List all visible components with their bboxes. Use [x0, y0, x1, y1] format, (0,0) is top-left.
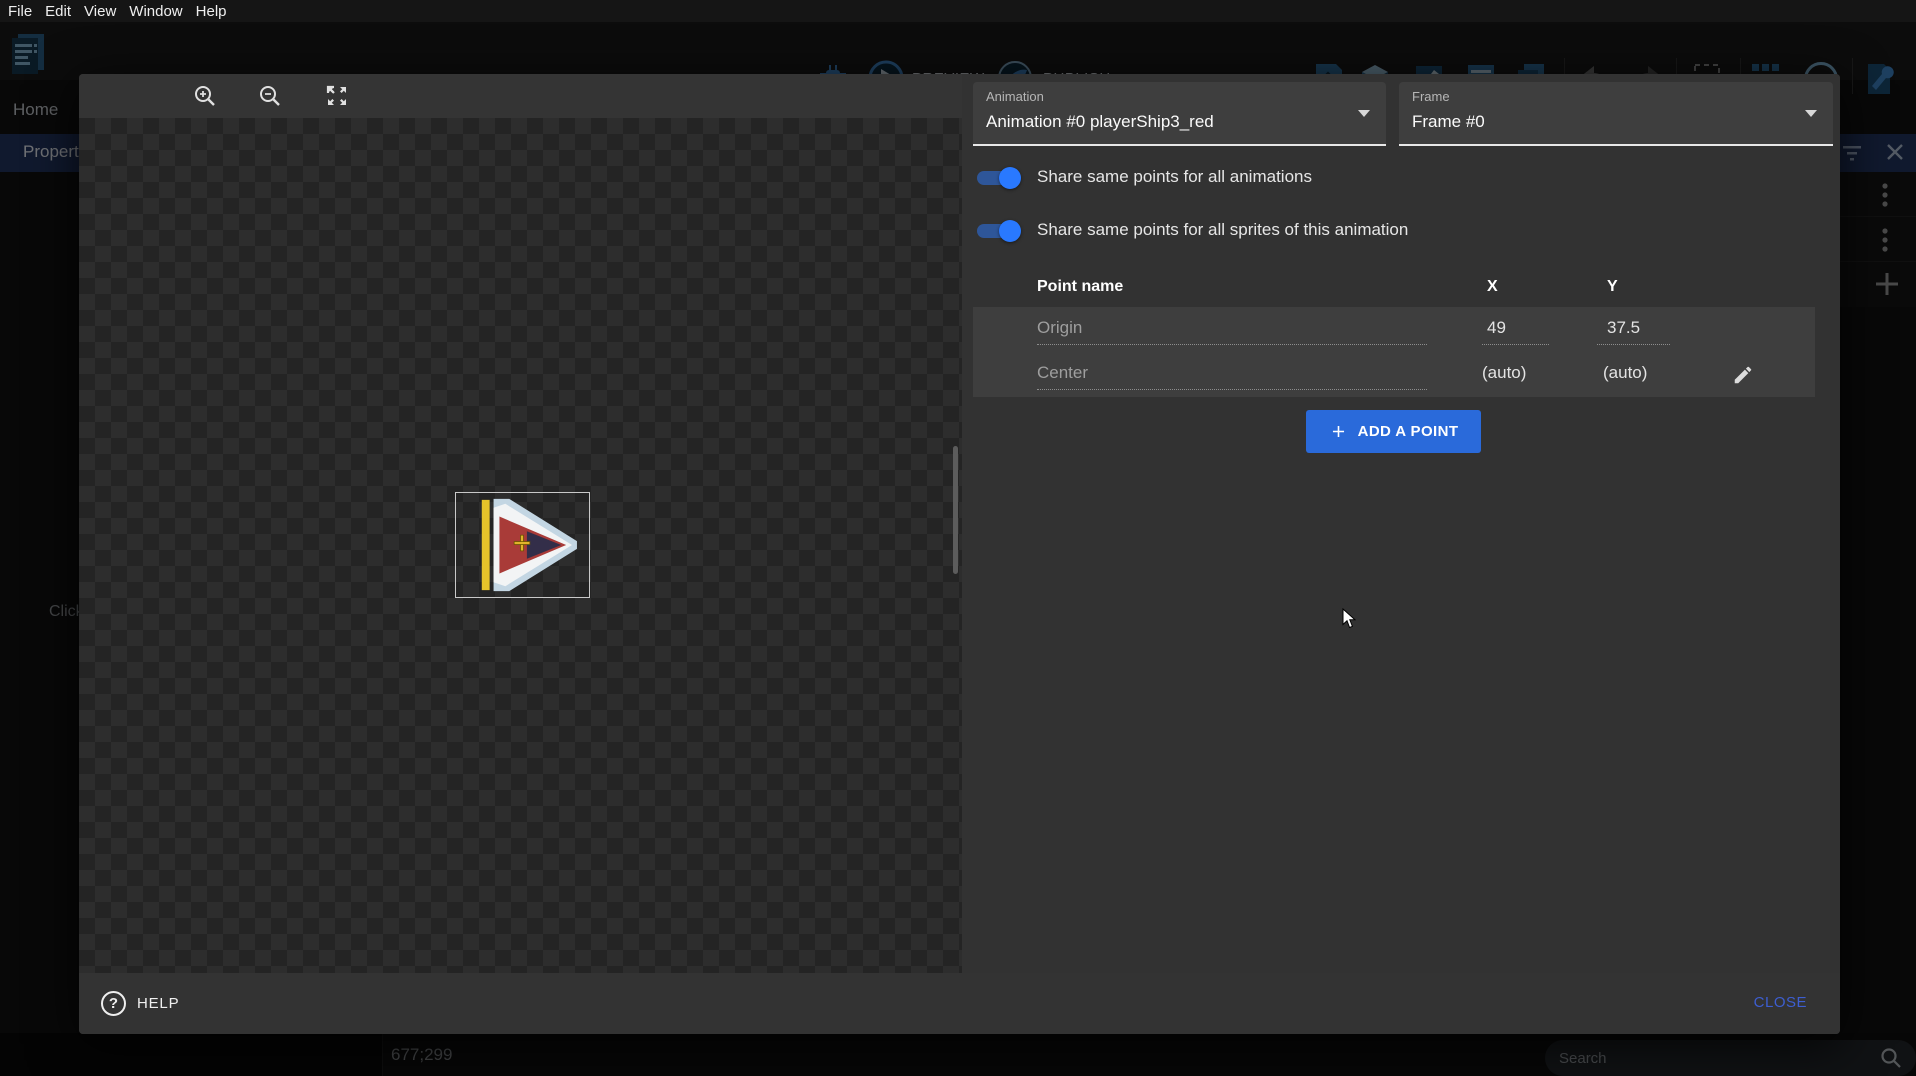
- share-points-all-sprites-toggle[interactable]: [975, 218, 1023, 244]
- player-ship-sprite: [456, 493, 589, 597]
- menu-item-view[interactable]: View: [84, 3, 116, 20]
- share-points-all-sprites-label: Share same points for all sprites of thi…: [1037, 220, 1408, 240]
- fit-to-view-button[interactable]: [322, 81, 352, 111]
- animation-select-value: Animation #0 playerShip3_red: [986, 112, 1214, 132]
- column-header-point-name: Point name: [1037, 278, 1123, 296]
- share-points-all-animations-label: Share same points for all animations: [1037, 167, 1312, 187]
- points-settings-pane: Animation Animation #0 playerShip3_red F…: [962, 74, 1840, 973]
- zoom-out-button[interactable]: [255, 81, 285, 111]
- y-field-underline: [1597, 344, 1670, 345]
- name-field-underline: [1037, 344, 1427, 345]
- animation-select-label: Animation: [986, 89, 1044, 104]
- expand-icon: [325, 84, 349, 108]
- point-x-value[interactable]: 49: [1487, 318, 1506, 338]
- point-name[interactable]: Center: [1037, 363, 1088, 383]
- x-field-underline: [1482, 344, 1549, 345]
- zoom-in-icon: [193, 84, 217, 108]
- menu-item-edit[interactable]: Edit: [45, 3, 71, 20]
- point-x-value: (auto): [1482, 363, 1526, 383]
- name-field-underline: [1037, 389, 1427, 390]
- add-point-button[interactable]: ADD A POINT: [1306, 410, 1481, 453]
- dialog-footer: ? HELP CLOSE: [79, 973, 1840, 1034]
- menu-item-window[interactable]: Window: [129, 3, 182, 20]
- mouse-cursor: [1342, 608, 1356, 629]
- frame-select-value: Frame #0: [1412, 112, 1485, 132]
- share-points-all-animations-toggle[interactable]: [975, 165, 1023, 191]
- point-y-value[interactable]: 37.5: [1607, 318, 1640, 338]
- help-button-label: HELP: [137, 995, 179, 1012]
- screen: File Edit View Window Help: [0, 0, 1916, 1076]
- point-y-value: (auto): [1603, 363, 1647, 383]
- toggle-thumb: [999, 220, 1021, 242]
- chevron-down-icon: [1805, 110, 1817, 117]
- help-button[interactable]: ? HELP: [101, 973, 179, 1034]
- sprite-preview-pane: [79, 74, 962, 973]
- animation-select[interactable]: Animation Animation #0 playerShip3_red: [973, 82, 1386, 146]
- close-dialog-button[interactable]: CLOSE: [1754, 994, 1807, 1011]
- column-header-x: X: [1487, 278, 1498, 296]
- help-icon: ?: [101, 991, 126, 1016]
- sprite-bounding-box[interactable]: [455, 492, 590, 598]
- point-row-center[interactable]: Center (auto) (auto): [973, 352, 1815, 397]
- column-header-y: Y: [1607, 278, 1618, 296]
- point-row-origin[interactable]: Origin 49 37.5: [973, 307, 1815, 352]
- frame-select-label: Frame: [1412, 89, 1450, 104]
- frame-select[interactable]: Frame Frame #0: [1399, 82, 1833, 146]
- zoom-in-button[interactable]: [190, 81, 220, 111]
- sprite-canvas[interactable]: [79, 118, 962, 973]
- edit-center-point-button[interactable]: [1725, 357, 1761, 393]
- canvas-scrollbar[interactable]: [953, 446, 958, 574]
- menu-bar: File Edit View Window Help: [0, 0, 1916, 22]
- toggle-thumb: [999, 167, 1021, 189]
- add-point-button-label: ADD A POINT: [1358, 423, 1459, 440]
- zoom-out-icon: [258, 84, 282, 108]
- add-icon: [1329, 422, 1348, 441]
- menu-item-help[interactable]: Help: [196, 3, 227, 20]
- edit-points-dialog: Animation Animation #0 playerShip3_red F…: [79, 74, 1840, 1034]
- chevron-down-icon: [1358, 110, 1370, 117]
- menu-item-file[interactable]: File: [8, 3, 32, 20]
- point-name[interactable]: Origin: [1037, 318, 1082, 338]
- edit-pencil-icon: [1732, 364, 1754, 386]
- preview-toolbar: [79, 74, 962, 118]
